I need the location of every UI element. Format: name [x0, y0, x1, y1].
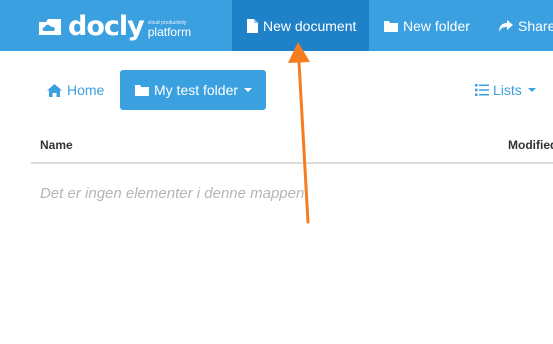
top-navbar: docly cloud productivity platform New do…	[0, 0, 553, 51]
list-icon	[475, 84, 489, 96]
empty-folder-message: Det er ingen elementer i denne mappen	[40, 185, 305, 202]
annotation-arrow	[288, 42, 310, 224]
logo-platform: platform	[147, 24, 192, 39]
caret-down-icon	[527, 88, 536, 92]
caret-down-icon	[244, 88, 253, 92]
docly-logo[interactable]: docly cloud productivity platform	[36, 12, 191, 42]
share-button[interactable]: Share	[499, 0, 553, 51]
new-folder-label: New folder	[403, 17, 470, 34]
lists-label: Lists	[493, 82, 522, 98]
new-document-button[interactable]: New document	[232, 0, 369, 51]
new-folder-button[interactable]: New folder	[384, 0, 470, 51]
home-icon	[47, 83, 62, 97]
lists-view-dropdown[interactable]: Lists	[475, 82, 536, 98]
new-document-label: New document	[263, 17, 357, 34]
table-header-divider	[31, 162, 553, 164]
logo-tagline: cloud productivity	[147, 19, 187, 26]
folder-icon	[135, 85, 149, 96]
share-arrow-icon	[499, 19, 513, 32]
share-label: Share	[518, 17, 553, 34]
column-header-name[interactable]: Name	[40, 138, 73, 152]
column-header-modified[interactable]: Modified	[508, 138, 553, 152]
folder-icon	[384, 20, 398, 32]
home-label: Home	[67, 82, 105, 98]
folder-name-label: My test folder	[154, 82, 239, 98]
home-link[interactable]: Home	[47, 82, 104, 98]
file-icon	[247, 18, 258, 33]
cloud-folder-icon	[36, 16, 64, 38]
logo-wordmark: docly	[68, 11, 145, 42]
folder-dropdown-button[interactable]: My test folder	[120, 70, 266, 110]
